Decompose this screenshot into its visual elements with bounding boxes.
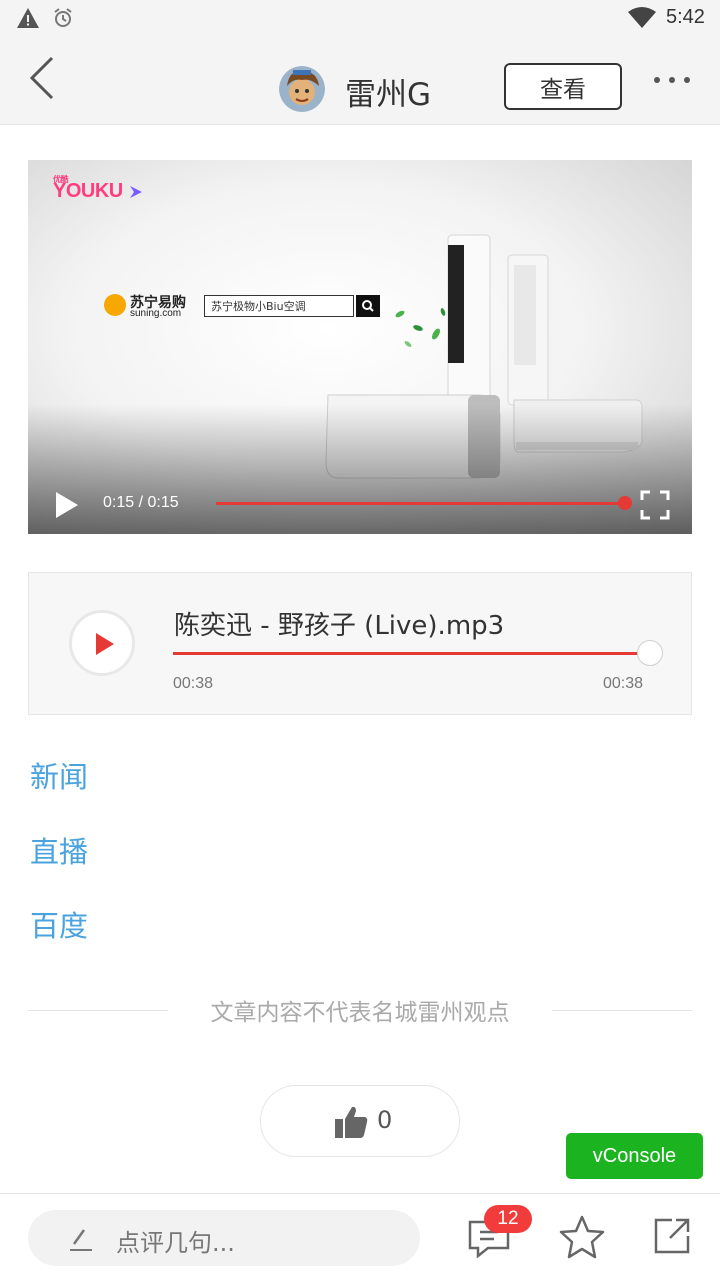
back-arrow-icon[interactable] — [26, 56, 66, 100]
vconsole-button[interactable]: vConsole — [566, 1133, 703, 1179]
status-time: 5:42 — [666, 6, 705, 28]
video-controls: 0:15 / 0:15 — [28, 486, 692, 526]
warning-icon — [17, 8, 39, 28]
audio-play-button[interactable] — [69, 610, 135, 676]
youku-arrow-icon — [130, 186, 142, 198]
link-baidu[interactable]: 百度 — [30, 903, 88, 945]
video-time: 0:15 / 0:15 — [103, 494, 179, 511]
alarm-icon — [54, 8, 72, 27]
video-progress-handle[interactable] — [618, 496, 632, 510]
video-progress-bar[interactable] — [216, 502, 625, 505]
comment-placeholder: 点评几句... — [116, 1229, 235, 1257]
comment-count-badge: 12 — [484, 1205, 532, 1233]
play-icon — [96, 633, 114, 655]
like-count: 0 — [377, 1106, 393, 1134]
audio-title: 陈奕迅 - 野孩子 (Live).mp3 — [174, 611, 505, 641]
disclaimer-text: 文章内容不代表名城雷州观点 — [210, 1000, 510, 1026]
ad-brand-url: suning.com — [130, 308, 182, 319]
audio-player: 陈奕迅 - 野孩子 (Live).mp3 00:38 00:38 — [28, 572, 692, 715]
audio-progress-handle[interactable] — [637, 640, 663, 666]
leaves-decoration — [395, 308, 446, 347]
thumbs-up-icon — [335, 1106, 368, 1138]
youku-watermark: 优酷 YOUKU — [53, 175, 123, 203]
top-nav-bar: 雷州G 查看 — [0, 36, 720, 125]
avatar[interactable] — [279, 66, 325, 112]
bottom-bar: 点评几句... 12 — [0, 1193, 720, 1281]
audio-progress-bar[interactable] — [173, 652, 649, 655]
avatar-image — [279, 66, 325, 112]
view-button[interactable]: 查看 — [504, 63, 622, 110]
link-live[interactable]: 直播 — [30, 829, 88, 871]
video-player[interactable]: 优酷 YOUKU 苏宁易购 suning.com 苏宁极物小Biu空调 0:15… — [28, 160, 692, 534]
video-play-icon[interactable] — [54, 490, 80, 520]
share-icon[interactable] — [652, 1216, 692, 1256]
youku-tag: 优酷 — [53, 175, 69, 184]
status-bar: 5:42 — [0, 0, 720, 36]
wifi-icon — [628, 7, 656, 28]
page-title: 雷州G — [345, 77, 432, 113]
favorite-star-icon[interactable] — [558, 1214, 606, 1260]
comment-input[interactable]: 点评几句... — [28, 1210, 420, 1266]
fullscreen-icon[interactable] — [640, 490, 670, 520]
audio-current-time: 00:38 — [173, 675, 214, 692]
more-options-icon[interactable] — [652, 74, 692, 86]
lion-logo-icon — [104, 294, 126, 316]
pencil-icon — [70, 1229, 92, 1251]
like-button[interactable]: 0 — [260, 1085, 460, 1157]
link-news[interactable]: 新闻 — [30, 754, 88, 796]
audio-duration: 00:38 — [603, 675, 644, 692]
